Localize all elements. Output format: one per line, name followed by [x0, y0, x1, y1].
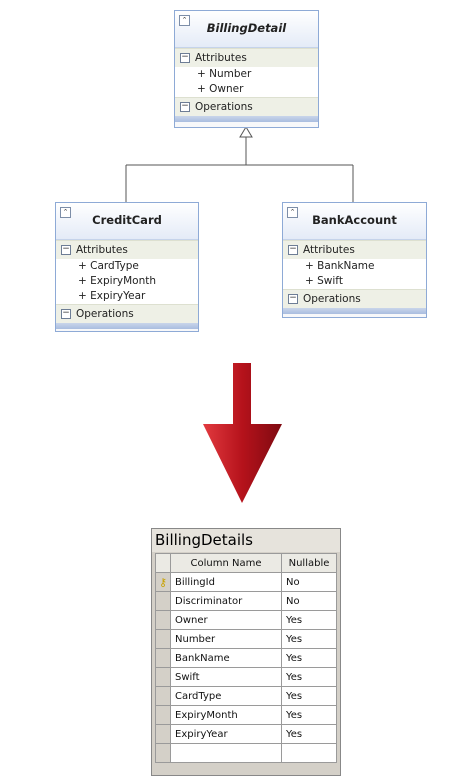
- operations-label: Operations: [303, 293, 361, 305]
- table-row[interactable]: BankName Yes: [155, 648, 337, 668]
- nullable-cell[interactable]: [281, 743, 337, 763]
- column-name-cell[interactable]: Number: [170, 629, 282, 649]
- table-row-empty[interactable]: [155, 743, 337, 763]
- minus-icon[interactable]: −: [288, 294, 298, 304]
- table-row[interactable]: Number Yes: [155, 629, 337, 649]
- nullable-header: Nullable: [281, 553, 337, 573]
- operations-section[interactable]: − Operations: [175, 97, 318, 116]
- minus-icon[interactable]: −: [61, 309, 71, 319]
- nullable-cell[interactable]: No: [281, 591, 337, 611]
- class-header: ⌃ CreditCard: [56, 203, 198, 240]
- row-selector[interactable]: ⚷: [155, 572, 171, 592]
- table-row[interactable]: ⚷ BillingId No: [155, 572, 337, 592]
- row-selector[interactable]: [155, 705, 171, 725]
- minus-icon[interactable]: −: [288, 245, 298, 255]
- attributes-label: Attributes: [195, 52, 247, 64]
- nullable-cell[interactable]: Yes: [281, 610, 337, 630]
- class-title: BankAccount: [312, 213, 397, 227]
- operations-label: Operations: [76, 308, 134, 320]
- class-footer: [283, 308, 426, 314]
- down-arrow: [203, 363, 282, 503]
- table-row[interactable]: ExpiryYear Yes: [155, 724, 337, 744]
- column-name-cell[interactable]: Owner: [170, 610, 282, 630]
- row-selector[interactable]: [155, 610, 171, 630]
- billing-details-table[interactable]: BillingDetails Column Name Nullable ⚷ Bi…: [151, 528, 341, 776]
- attributes-label: Attributes: [76, 244, 128, 256]
- header-row: Column Name Nullable: [155, 553, 337, 573]
- nullable-cell[interactable]: Yes: [281, 629, 337, 649]
- class-footer: [56, 323, 198, 329]
- bank-account-class[interactable]: ⌃ BankAccount − Attributes + BankName + …: [282, 202, 427, 318]
- minus-icon[interactable]: −: [180, 102, 190, 112]
- table-row[interactable]: CardType Yes: [155, 686, 337, 706]
- attributes-label: Attributes: [303, 244, 355, 256]
- attributes-section[interactable]: − Attributes: [175, 48, 318, 67]
- attributes-section[interactable]: − Attributes: [56, 240, 198, 259]
- inheritance-triangle: [239, 126, 253, 138]
- table-row[interactable]: ExpiryMonth Yes: [155, 705, 337, 725]
- member-expirymonth: + ExpiryMonth: [56, 274, 198, 289]
- column-name-cell[interactable]: BankName: [170, 648, 282, 668]
- nullable-cell[interactable]: Yes: [281, 648, 337, 668]
- attributes-section[interactable]: − Attributes: [283, 240, 426, 259]
- class-title: CreditCard: [92, 213, 162, 227]
- nullable-cell[interactable]: Yes: [281, 724, 337, 744]
- table-row[interactable]: Swift Yes: [155, 667, 337, 687]
- column-name-cell[interactable]: Swift: [170, 667, 282, 687]
- class-header: ⌃ BankAccount: [283, 203, 426, 240]
- column-name-cell[interactable]: Discriminator: [170, 591, 282, 611]
- column-name-header: Column Name: [170, 553, 282, 573]
- member-expiryyear: + ExpiryYear: [56, 289, 198, 304]
- nullable-cell[interactable]: No: [281, 572, 337, 592]
- member-bankname: + BankName: [283, 259, 426, 274]
- table-row[interactable]: Owner Yes: [155, 610, 337, 630]
- billing-detail-class[interactable]: ⌃ BillingDetail − Attributes + Number + …: [174, 10, 319, 128]
- class-title: BillingDetail: [206, 21, 287, 35]
- row-selector[interactable]: [155, 686, 171, 706]
- row-selector[interactable]: [155, 743, 171, 763]
- column-name-cell[interactable]: [170, 743, 282, 763]
- column-name-cell[interactable]: ExpiryMonth: [170, 705, 282, 725]
- member-owner: + Owner: [175, 82, 318, 97]
- row-selector[interactable]: [155, 591, 171, 611]
- column-name-cell[interactable]: ExpiryYear: [170, 724, 282, 744]
- table-row[interactable]: Discriminator No: [155, 591, 337, 611]
- operations-label: Operations: [195, 101, 253, 113]
- nullable-cell[interactable]: Yes: [281, 667, 337, 687]
- operations-section[interactable]: − Operations: [283, 289, 426, 308]
- column-name-cell[interactable]: BillingId: [170, 572, 282, 592]
- inheritance-connector: [125, 133, 354, 203]
- nullable-cell[interactable]: Yes: [281, 705, 337, 725]
- column-grid: Column Name Nullable ⚷ BillingId No Disc…: [155, 553, 337, 763]
- table-title: BillingDetails: [152, 529, 340, 552]
- row-selector[interactable]: [155, 648, 171, 668]
- class-footer: [175, 116, 318, 122]
- member-swift: + Swift: [283, 274, 426, 289]
- nullable-cell[interactable]: Yes: [281, 686, 337, 706]
- row-selector[interactable]: [155, 724, 171, 744]
- class-header: ⌃ BillingDetail: [175, 11, 318, 48]
- operations-section[interactable]: − Operations: [56, 304, 198, 323]
- credit-card-class[interactable]: ⌃ CreditCard − Attributes + CardType + E…: [55, 202, 199, 332]
- selector-header: [155, 553, 171, 573]
- minus-icon[interactable]: −: [61, 245, 71, 255]
- key-icon: ⚷: [158, 575, 168, 589]
- row-selector[interactable]: [155, 667, 171, 687]
- member-cardtype: + CardType: [56, 259, 198, 274]
- column-name-cell[interactable]: CardType: [170, 686, 282, 706]
- minus-icon[interactable]: −: [180, 53, 190, 63]
- member-number: + Number: [175, 67, 318, 82]
- row-selector[interactable]: [155, 629, 171, 649]
